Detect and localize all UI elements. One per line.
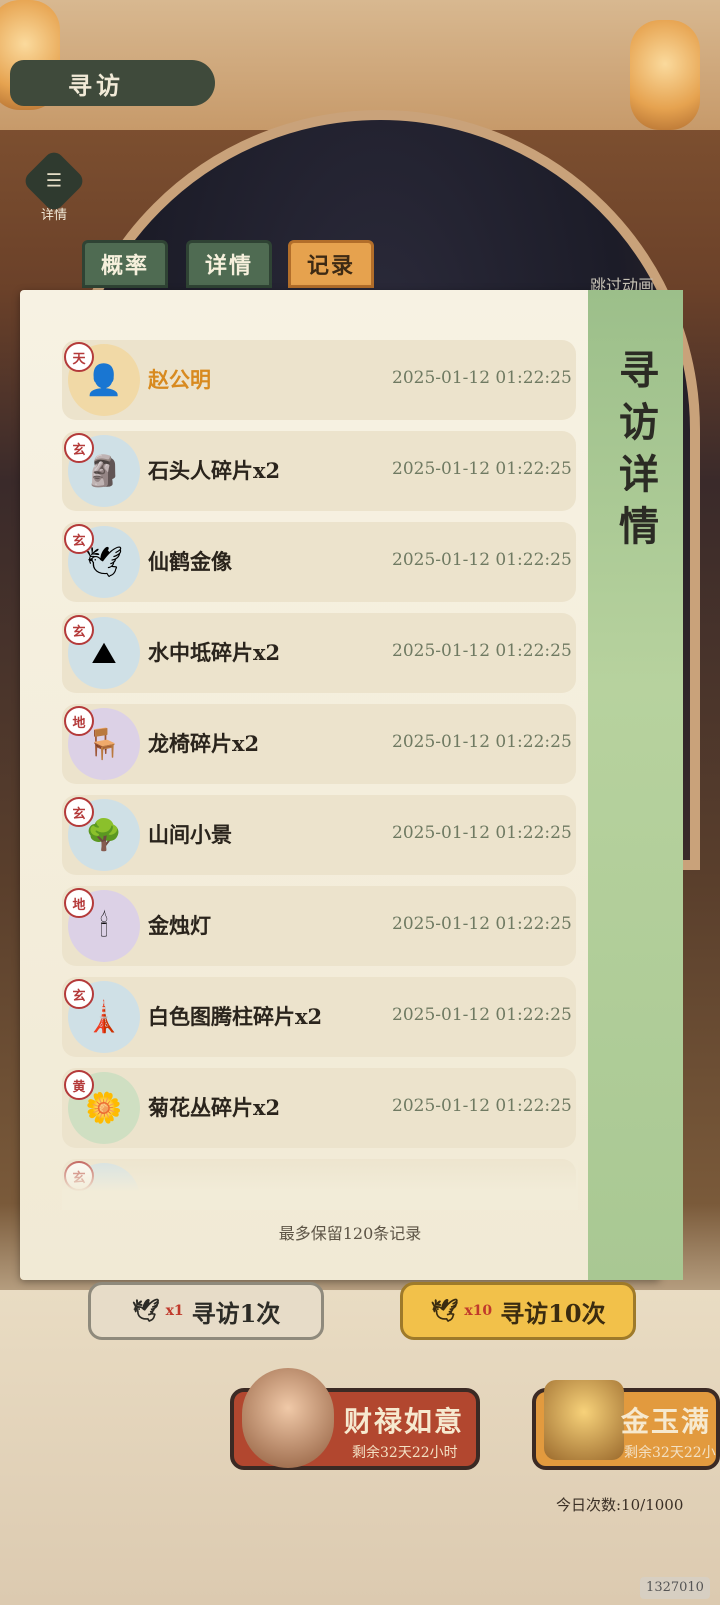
record-row[interactable]: 🕯 地金烛灯 2025-01-12 01:22:25	[62, 886, 576, 966]
item-time: 2025-01-12 01:22:25	[392, 550, 572, 570]
grade-badge: 玄	[64, 979, 94, 1009]
page-title: 寻访	[10, 60, 215, 106]
event-avatar	[242, 1368, 334, 1468]
draw-cost: x1	[165, 1303, 184, 1319]
tab-probability[interactable]: 概率	[82, 240, 168, 288]
list-fade	[62, 1150, 578, 1210]
record-row[interactable]: 🗿 玄石头人碎片x2 2025-01-12 01:22:25	[62, 431, 576, 511]
record-row[interactable]: ⛰ 玄水中坻碎片x2 2025-01-12 01:22:25	[62, 613, 576, 693]
item-time: 2025-01-12 01:22:25	[392, 1096, 572, 1116]
event-title: 财禄如意	[344, 1405, 465, 1438]
grade-badge: 天	[64, 342, 94, 372]
draw-ten-button[interactable]: 🕊 x10 寻访10次	[400, 1282, 636, 1340]
grade-badge: 地	[64, 706, 94, 736]
bird-icon: 🕊	[430, 1298, 459, 1324]
tab-label: 记录	[306, 253, 355, 279]
lantern-right	[630, 20, 700, 130]
draw-label: 寻访10次	[500, 1298, 606, 1328]
item-time: 2025-01-12 01:22:25	[392, 823, 572, 843]
event-title: 金玉满	[621, 1405, 712, 1438]
event-timer: 剩余32天22小时	[352, 1445, 458, 1461]
detail-button[interactable]: ☰ 详情	[21, 148, 87, 224]
item-name: 龙椅碎片x2	[148, 731, 260, 756]
record-row[interactable]: 🗼 玄白色图腾柱碎片x2 2025-01-12 01:22:25	[62, 977, 576, 1057]
item-name: 白色图腾柱碎片x2	[148, 1004, 323, 1029]
grade-badge: 地	[64, 888, 94, 918]
page-title-text: 寻访	[68, 70, 124, 100]
draw-once-button[interactable]: 🕊 x1 寻访1次	[88, 1282, 324, 1340]
record-row[interactable]: 🕊 玄仙鹤金像 2025-01-12 01:22:25	[62, 522, 576, 602]
event-building-icon	[544, 1380, 624, 1460]
draw-cost: x10	[464, 1303, 493, 1319]
item-name: 石头人碎片x2	[148, 458, 281, 483]
item-name: 菊花丛碎片x2	[148, 1095, 281, 1120]
build-code: 1327010	[640, 1577, 710, 1599]
item-name: 山间小景	[148, 822, 232, 847]
grade-badge: 玄	[64, 524, 94, 554]
daily-count: 今日次数:10/1000	[556, 1496, 684, 1514]
item-time: 2025-01-12 01:22:25	[392, 914, 572, 934]
event-card-fortune[interactable]: 财禄如意 剩余32天22小时	[230, 1368, 480, 1470]
item-name: 金烛灯	[148, 913, 211, 938]
grade-badge: 玄	[64, 615, 94, 645]
grade-badge: 玄	[64, 433, 94, 463]
item-name: 仙鹤金像	[148, 549, 232, 574]
bird-icon: 🕊	[131, 1298, 160, 1324]
records-list[interactable]: 👤 天赵公明 2025-01-12 01:22:25 🗿 玄石头人碎片x2 2025-01…	[62, 340, 578, 1198]
item-time: 2025-01-12 01:22:25	[392, 368, 572, 388]
event-card-gold[interactable]: 金玉满 剩余32天22小	[532, 1380, 720, 1470]
tab-records[interactable]: 记录	[288, 240, 374, 288]
grade-badge: 玄	[64, 797, 94, 827]
records-footnote: 最多保留120条记录	[278, 1224, 422, 1243]
record-row[interactable]: 🌼 黄菊花丛碎片x2 2025-01-12 01:22:25	[62, 1068, 576, 1148]
event-timer: 剩余32天22小	[624, 1445, 716, 1461]
record-row[interactable]: 🪑 地龙椅碎片x2 2025-01-12 01:22:25	[62, 704, 576, 784]
item-name: 赵公明	[148, 367, 211, 392]
tab-label: 详情	[204, 253, 253, 279]
record-row[interactable]: 🌳 玄山间小景 2025-01-12 01:22:25	[62, 795, 576, 875]
tab-details[interactable]: 详情	[186, 240, 272, 288]
draw-label: 寻访1次	[191, 1298, 281, 1328]
item-time: 2025-01-12 01:22:25	[392, 459, 572, 479]
tab-label: 概率	[100, 253, 149, 279]
item-time: 2025-01-12 01:22:25	[392, 732, 572, 752]
record-row[interactable]: 👤 天赵公明 2025-01-12 01:22:25	[62, 340, 576, 420]
grade-badge: 黄	[64, 1070, 94, 1100]
item-time: 2025-01-12 01:22:25	[392, 641, 572, 661]
side-title: 寻访详情	[619, 347, 659, 550]
item-name: 水中坻碎片x2	[148, 640, 281, 665]
item-time: 2025-01-12 01:22:25	[392, 1005, 572, 1025]
